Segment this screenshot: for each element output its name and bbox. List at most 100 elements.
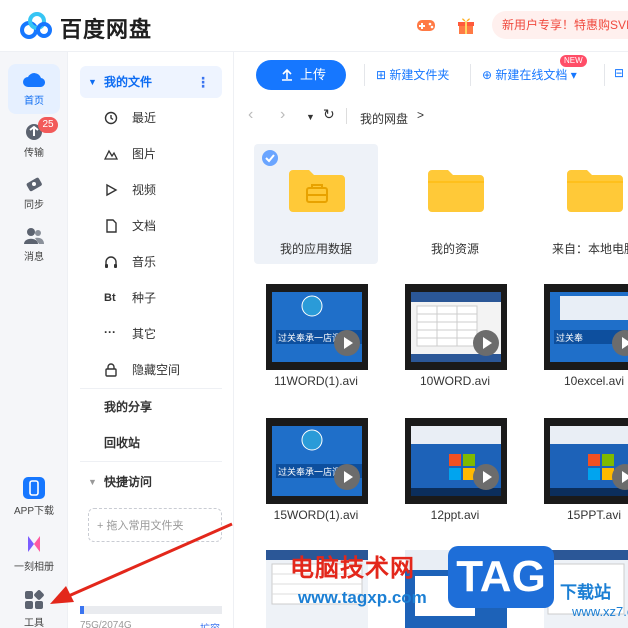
- watermark-xz7-url: www.xz7.com: [572, 604, 628, 619]
- caret-down-icon: ▼: [88, 477, 97, 487]
- upload-button[interactable]: 上传: [256, 60, 346, 90]
- video-name: 10excel.avi: [563, 374, 625, 388]
- video-item[interactable]: 过关奉承一店调回 15WORD(1).avi: [254, 412, 378, 532]
- video-thumbnail: [405, 418, 507, 504]
- image-icon: [104, 149, 118, 160]
- app-brand: 百度网盘: [60, 17, 153, 42]
- video-item[interactable]: 15PPT.avi: [532, 412, 628, 532]
- toolbar-divider: [470, 64, 471, 86]
- watermark-url: www.tagxp.com: [298, 588, 427, 607]
- folder-item[interactable]: 我的资源: [393, 144, 517, 264]
- video-item[interactable]: 12ppt.avi: [393, 412, 517, 532]
- video-item[interactable]: 过关奉 10excel.avi: [532, 278, 628, 398]
- svip-promo-banner[interactable]: 新用户专享！特惠购SVIP: [492, 11, 628, 39]
- tree-recycle-bin[interactable]: 回收站: [80, 425, 222, 461]
- headphones-icon: [105, 256, 117, 268]
- tree-item-torrents[interactable]: Bt 种子: [80, 280, 222, 316]
- tree-my-share-label: 我的分享: [104, 400, 153, 414]
- play-icon: [334, 464, 360, 490]
- nav-label: 首页: [24, 96, 44, 107]
- storage-quota: 75G/2074G: [80, 620, 132, 628]
- tree-item-music[interactable]: 音乐: [80, 244, 222, 280]
- annotation-arrow: [50, 522, 233, 604]
- video-name: 10WORD.avi: [419, 374, 490, 388]
- more-tools-icon[interactable]: ⊟: [614, 66, 624, 80]
- watermark-site-title: 电脑技术网: [290, 555, 415, 582]
- folder-name: 我的资源: [430, 242, 479, 256]
- tree-item-label: 音乐: [132, 255, 157, 269]
- tree-item-label: 隐藏空间: [132, 363, 181, 377]
- caret-down-icon: ▼: [88, 77, 97, 87]
- folder-item[interactable]: 我的应用数据: [254, 144, 378, 264]
- tree-item-label: 最近: [132, 111, 157, 125]
- history-dropdown-icon[interactable]: ▼: [306, 112, 315, 122]
- bt-icon: Bt: [104, 292, 116, 304]
- app-folder-icon: [289, 170, 345, 212]
- tree-item-videos[interactable]: 视频: [80, 172, 222, 208]
- tree-my-files-label: 我的文件: [104, 75, 153, 89]
- refresh-icon[interactable]: ↻: [323, 106, 335, 123]
- nav-label: 同步: [24, 200, 44, 211]
- video-item[interactable]: 过关奉承一店调回 11WORD(1).avi: [254, 278, 378, 398]
- upload-label: 上传: [300, 67, 327, 82]
- upload-icon: [282, 68, 292, 81]
- lock-icon: [105, 363, 117, 377]
- phone-icon: [23, 477, 45, 499]
- toolbar-divider: [364, 64, 365, 86]
- gift-icon[interactable]: [455, 14, 477, 36]
- tree-divider: [80, 461, 222, 462]
- tree-item-hidden-space[interactable]: 隐藏空间: [80, 352, 222, 388]
- nav-label: 传输: [24, 148, 44, 159]
- doc-plus-icon: ⊕: [482, 68, 493, 82]
- back-arrow-icon[interactable]: ‹: [248, 106, 253, 124]
- folder-name: 我的应用数据: [279, 242, 352, 256]
- toolbar-divider: [604, 64, 605, 86]
- new-online-doc-button[interactable]: ⊕ 新建在线文档 ▾: [482, 66, 577, 84]
- video-name: 15PPT.avi: [566, 508, 622, 522]
- tree-item-images[interactable]: 图片: [80, 136, 222, 172]
- transfer-count-badge: 25: [38, 117, 58, 133]
- gamepad-icon[interactable]: [415, 14, 437, 36]
- tree-item-label: 其它: [132, 327, 157, 341]
- tree-my-files[interactable]: ▼ 我的文件 ⋮: [80, 66, 222, 98]
- quick-access-label: 快捷访问: [104, 475, 153, 489]
- new-online-doc-label: 新建在线文档: [495, 68, 568, 82]
- tree-my-share[interactable]: 我的分享: [80, 389, 222, 425]
- video-thumbnail: [544, 418, 628, 504]
- nav-label: 工具: [24, 618, 44, 628]
- watermark-tag-logo: TAG: [448, 546, 554, 608]
- folder-icon: [428, 170, 484, 212]
- new-folder-button[interactable]: ⊞ 新建文件夹: [376, 66, 449, 84]
- tree-item-label: 种子: [132, 291, 157, 305]
- forward-arrow-icon[interactable]: ›: [280, 106, 285, 124]
- tree-item-docs[interactable]: 文档: [80, 208, 222, 244]
- tree-item-recent[interactable]: 最近: [80, 100, 222, 136]
- nav-home[interactable]: 首页: [8, 64, 60, 114]
- video-thumbnail: 过关奉承一店调回: [266, 418, 368, 504]
- play-icon: [473, 330, 499, 356]
- people-icon: [24, 228, 44, 244]
- tree-recycle-label: 回收站: [104, 436, 141, 450]
- sync-icon: [26, 177, 42, 192]
- folder-icon: [567, 170, 623, 212]
- video-name: 15WORD(1).avi: [273, 508, 359, 522]
- ellipsis-icon: ···: [104, 325, 116, 339]
- nav-sync[interactable]: 同步: [8, 168, 60, 218]
- folder-item[interactable]: 来自：本地电脑: [532, 144, 628, 264]
- breadcrumb-root[interactable]: 我的网盘: [360, 110, 408, 127]
- nav-label: APP下载: [13, 506, 54, 517]
- baidu-netdisk-logo: [20, 12, 52, 39]
- more-vertical-icon[interactable]: ⋮: [196, 66, 210, 98]
- clock-icon: [104, 111, 118, 125]
- nav-label: 消息: [24, 252, 44, 263]
- tree-item-label: 文档: [132, 219, 157, 233]
- tree-item-other[interactable]: ··· 其它: [80, 316, 222, 352]
- quick-access-header[interactable]: ▼ 快捷访问: [80, 468, 222, 496]
- checked-icon[interactable]: [262, 150, 278, 166]
- expand-storage-link[interactable]: 扩容: [200, 620, 220, 628]
- video-item[interactable]: 10WORD.avi: [393, 278, 517, 398]
- tree-item-label: 视频: [132, 183, 157, 197]
- breadcrumb-divider: [346, 108, 347, 124]
- nav-messages[interactable]: 消息: [8, 220, 60, 270]
- nav-app-download[interactable]: APP下载: [8, 470, 60, 517]
